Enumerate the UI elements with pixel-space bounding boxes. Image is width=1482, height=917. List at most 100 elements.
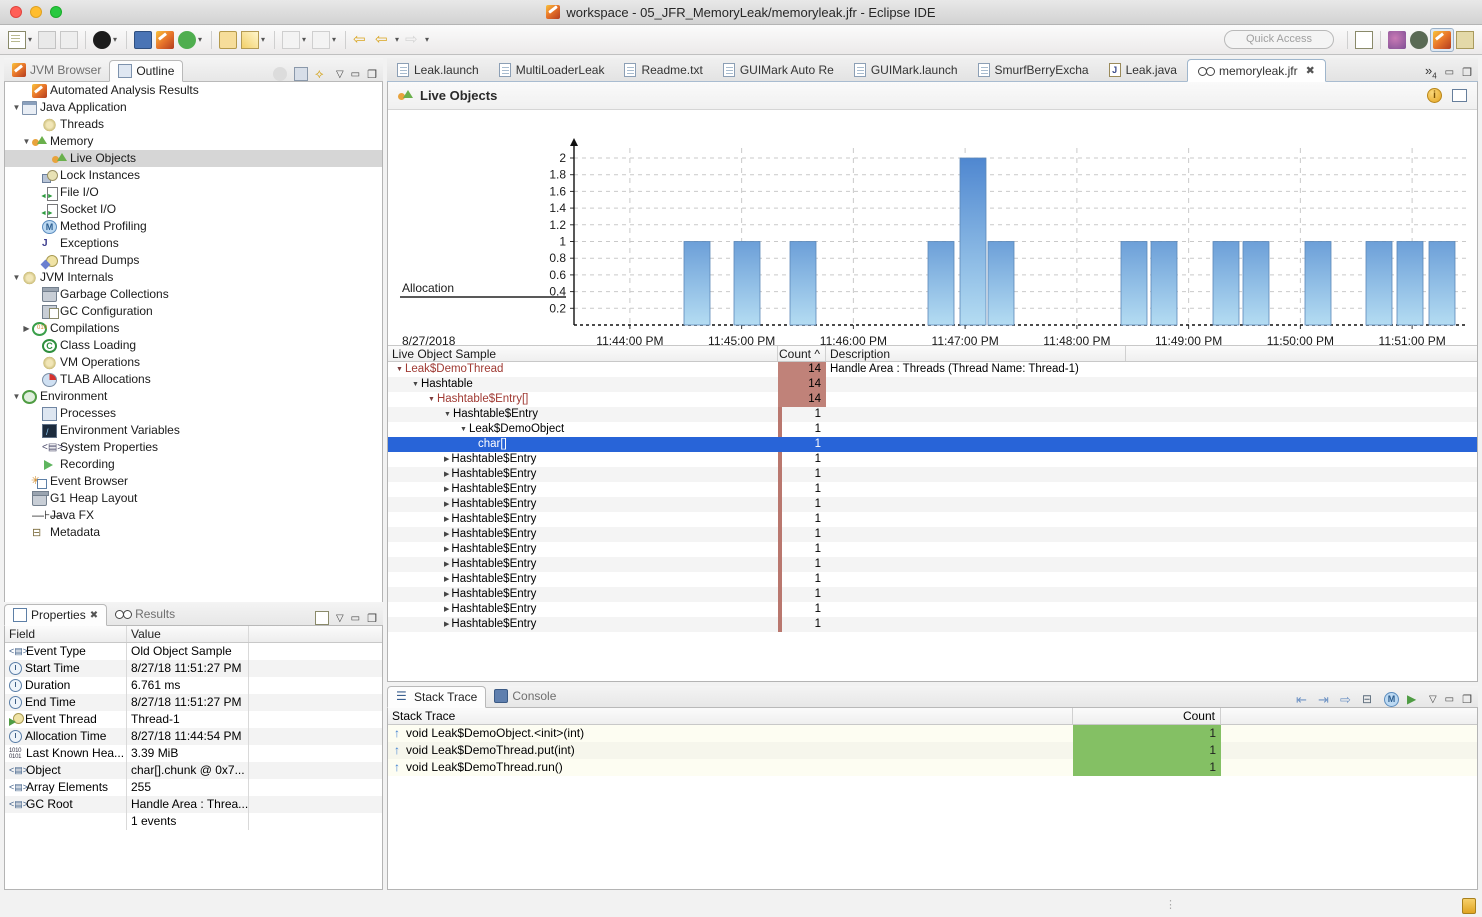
live-object-sample-table[interactable]: Live Object Sample Count ^ Description ▼… [388, 345, 1477, 632]
view-menu-icon[interactable]: ▽ [1429, 694, 1437, 705]
column-header-value[interactable]: Value [127, 626, 249, 642]
pencil-button[interactable] [239, 28, 269, 52]
close-window-button[interactable] [10, 6, 22, 18]
tree-item-jvm-internals[interactable]: ▼ JVM Internals [5, 269, 382, 286]
open-folder-button[interactable] [217, 28, 239, 52]
tree-item-tlab-allocations[interactable]: TLAB Allocations [5, 371, 382, 388]
maximize-window-button[interactable] [50, 6, 62, 18]
tree-item-exceptions[interactable]: J Exceptions [5, 235, 382, 252]
editor-tab-leak-java[interactable]: J Leak.java [1099, 58, 1187, 81]
chevron-down-icon[interactable] [111, 31, 119, 49]
twisty-expanded-icon[interactable]: ▼ [11, 99, 22, 116]
chevron-down-icon[interactable] [196, 31, 204, 49]
twisty-collapsed-icon[interactable]: ▶ [444, 512, 449, 527]
view-menu-icon[interactable]: ▽ [336, 69, 344, 80]
save-all-button[interactable] [58, 28, 80, 52]
properties-table[interactable]: Field Value <▤> Event Type Old Object Samp… [4, 626, 383, 890]
twisty-collapsed-icon[interactable]: ▶ [444, 527, 449, 542]
table-row[interactable]: ▶ Hashtable$Entry 1 [388, 602, 1477, 617]
table-row[interactable]: ▶ Hashtable$Entry 1 [388, 542, 1477, 557]
jvm-browser-tree[interactable]: Automated Analysis Results ▼ Java Applicat… [4, 82, 383, 603]
chevron-down-icon[interactable] [393, 31, 401, 49]
save-button[interactable] [36, 28, 58, 52]
tab-stack-trace[interactable]: ☰ Stack Trace [387, 686, 487, 708]
twisty-collapsed-icon[interactable]: ▶ [444, 572, 449, 587]
table-row[interactable]: ▶ Hashtable$Entry 1 [388, 587, 1477, 602]
minimize-icon[interactable]: ▭ [351, 613, 360, 624]
stack-trace-table[interactable]: Stack Trace Count ↑ void Leak$DemoObject.… [387, 708, 1478, 890]
mission-control-button[interactable] [154, 28, 176, 52]
maximize-icon[interactable]: ❐ [367, 68, 377, 81]
tree-item-method-profiling[interactable]: M Method Profiling [5, 218, 382, 235]
forward-button[interactable]: ⇨ [403, 28, 433, 52]
tree-item-lock-instances[interactable]: Lock Instances [5, 167, 382, 184]
table-row[interactable]: ▶ Hashtable$Entry 1 [388, 557, 1477, 572]
editor-tab-guimark-auto-re[interactable]: GUIMark Auto Re [713, 58, 844, 81]
twisty-expanded-icon[interactable]: ▼ [11, 388, 22, 405]
tree-item-gc-configuration[interactable]: GC Configuration [5, 303, 382, 320]
twisty-expanded-icon[interactable]: ▼ [428, 392, 435, 407]
editor-tab-smurfberryexcha[interactable]: SmurfBerryExcha [968, 58, 1099, 81]
tab-outline[interactable]: Outline [109, 60, 184, 82]
table-row[interactable]: ▼ Leak$DemoThread 14 Handle Area : Threads … [388, 362, 1477, 377]
editor-tab-leak-launch[interactable]: Leak.launch [387, 58, 489, 81]
tree-item-live-objects[interactable]: Live Objects [5, 150, 382, 167]
chevron-down-icon[interactable] [300, 31, 308, 49]
table-row[interactable]: char[] 1 [388, 437, 1477, 452]
tab-properties[interactable]: Properties ✖ [4, 604, 108, 626]
back-star-button[interactable]: ⇦ [351, 28, 373, 52]
tree-layout-icon[interactable]: ⊟ [1362, 692, 1376, 707]
properties-row[interactable]: Allocation Time 8/27/18 11:44:54 PM [5, 728, 382, 745]
table-row[interactable]: ▶ Hashtable$Entry 1 [388, 467, 1477, 482]
table-view-icon[interactable] [1452, 89, 1467, 102]
back-button[interactable]: ⇦ [373, 28, 403, 52]
editor-tab-memoryleak-jfr[interactable]: memoryleak.jfr ✖ [1186, 59, 1326, 82]
collapse-all-icon[interactable] [272, 67, 287, 81]
properties-row[interactable]: Start Time 8/27/18 11:51:27 PM [5, 660, 382, 677]
twisty-expanded-icon[interactable]: ▼ [396, 362, 403, 377]
properties-row[interactable]: Duration 6.761 ms [5, 677, 382, 694]
open-console-button[interactable] [132, 28, 154, 52]
twisty-collapsed-icon[interactable]: ▶ [444, 557, 449, 572]
minimize-icon[interactable]: ▭ [1445, 67, 1454, 78]
properties-row[interactable]: <▤> Event Type Old Object Sample [5, 643, 382, 660]
maximize-icon[interactable]: ❐ [1462, 693, 1472, 706]
tree-item-garbage-collections[interactable]: Garbage Collections [5, 286, 382, 303]
download-button[interactable] [280, 28, 310, 52]
resize-grip[interactable]: ⋮ [1165, 898, 1178, 911]
twisty-collapsed-icon[interactable]: ▶ [444, 482, 449, 497]
tree-item-metadata[interactable]: ⊟ Metadata [5, 524, 382, 541]
twisty-collapsed-icon[interactable]: ▶ [444, 587, 449, 602]
chevron-down-icon[interactable] [330, 31, 338, 49]
tree-item-class-loading[interactable]: C Class Loading [5, 337, 382, 354]
chevron-down-icon[interactable] [259, 31, 267, 49]
new-perspective-button[interactable] [1353, 28, 1375, 52]
properties-row[interactable]: <▤> Array Elements 255 [5, 779, 382, 796]
prev-frame-icon[interactable]: ⇤ [1296, 693, 1310, 707]
stack-trace-row[interactable]: ↑ void Leak$DemoThread.put(int) 1 [388, 742, 1477, 759]
tree-item-recording[interactable]: Recording [5, 456, 382, 473]
table-row[interactable]: ▼ Hashtable 14 [388, 377, 1477, 392]
new-wizard-button[interactable] [6, 28, 36, 52]
tree-item-memory[interactable]: ▼ Memory [5, 133, 382, 150]
tree-item-environment-variables[interactable]: Environment Variables [5, 422, 382, 441]
twisty-collapsed-icon[interactable]: ▶ [444, 497, 449, 512]
table-row[interactable]: ▼ Leak$DemoObject 1 [388, 422, 1477, 437]
properties-row[interactable]: <▤> Object char[].chunk @ 0x7... [5, 762, 382, 779]
column-header-field[interactable]: Field [5, 626, 127, 642]
upload-button[interactable] [310, 28, 340, 52]
chevron-down-icon[interactable] [26, 31, 34, 49]
tree-item-socket-i-o[interactable]: Socket I/O [5, 201, 382, 222]
thread-root-icon[interactable]: ▶ [1407, 692, 1421, 707]
link-with-editor-icon[interactable] [293, 67, 308, 81]
view-menu-icon[interactable]: ▽ [336, 613, 344, 624]
hierarchy-perspective-button[interactable] [1454, 28, 1476, 52]
tree-item-processes[interactable]: Processes [5, 405, 382, 422]
column-header-description[interactable]: Description [826, 346, 1126, 361]
twisty-expanded-icon[interactable]: ▼ [412, 377, 419, 392]
table-row[interactable]: ▶ Hashtable$Entry 1 [388, 572, 1477, 587]
live-objects-chart[interactable]: 0.2 0.4 0.6 0.8 1 1.2 1.4 1.6 1.8 2 11:44:00 PM 11:… [388, 110, 1477, 345]
table-row[interactable]: ▶ Hashtable$Entry 1 [388, 527, 1477, 542]
close-icon[interactable]: ✖ [90, 610, 98, 621]
debug-perspective-button[interactable] [1408, 28, 1430, 52]
